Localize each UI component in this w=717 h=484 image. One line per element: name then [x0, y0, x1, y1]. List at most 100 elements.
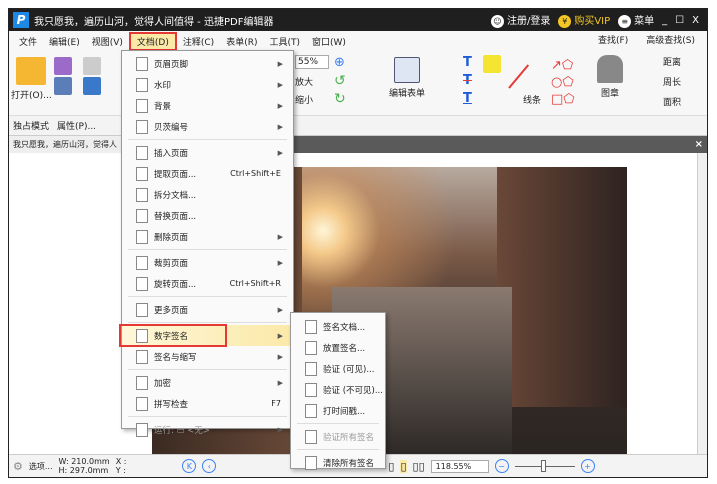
email-icon[interactable] [83, 57, 101, 78]
menu-window[interactable]: 窗口(W) [306, 35, 352, 48]
shortcut: F7 [271, 399, 281, 408]
menu-item[interactable]: 插入页面 ▶ [122, 142, 293, 163]
buy-vip-button[interactable]: ¥ 购买VIP [558, 12, 610, 28]
menu-item[interactable]: 数字签名 ▶ [119, 324, 293, 347]
menu-item[interactable]: 放置签名... [291, 337, 385, 358]
menu-item[interactable]: 签名文档... [291, 316, 385, 337]
menu-item[interactable]: 提取页面... Ctrl+Shift+E [122, 163, 293, 184]
rotate-left-icon[interactable]: ↺ [334, 73, 346, 89]
main-menu-button[interactable]: ≡ 菜单 [618, 12, 654, 28]
rotate-right-icon[interactable]: ↻ [334, 91, 346, 107]
menu-comment[interactable]: 注释(C) [177, 35, 220, 48]
menu-item[interactable]: 运行: ▭ <无> ▶ [122, 419, 293, 440]
menu-item-icon [305, 383, 317, 397]
menu-document[interactable]: 文档(D) [128, 31, 177, 51]
vertical-scrollbar[interactable] [697, 153, 707, 456]
menu-item-icon [305, 341, 317, 355]
perimeter-button[interactable]: 周长 [663, 75, 681, 88]
advanced-find-button[interactable]: 高级查找(S) [640, 33, 701, 46]
menu-item[interactable]: 拆分文档... [122, 184, 293, 205]
menu-item-icon [136, 209, 148, 223]
menu-item[interactable]: 页眉页脚 ▶ [122, 53, 293, 74]
zoom-select[interactable]: 55% [295, 55, 329, 69]
menu-item-label: 水印 [154, 80, 172, 91]
menu-item-label: 验证 (可见)... [323, 364, 375, 375]
page-size: W: 210.0mm H: 297.0mm [58, 457, 110, 475]
options-button[interactable]: 选项... [29, 461, 53, 472]
line-tool-icon[interactable] [508, 64, 530, 89]
first-page-button[interactable]: K [182, 459, 197, 473]
menu-view[interactable]: 视图(V) [86, 35, 129, 48]
menu-item[interactable]: 打时间戳... [291, 400, 385, 421]
single-page-icon[interactable]: ▯ [388, 460, 394, 473]
menu-tools[interactable]: 工具(T) [263, 35, 306, 48]
area-button[interactable]: 面积 [663, 95, 681, 108]
menu-form[interactable]: 表单(R) [220, 35, 263, 48]
menu-separator [128, 369, 287, 370]
document-tab[interactable]: 我只愿我，遍历山河，觉得人 [9, 136, 131, 153]
menu-item-icon [136, 350, 148, 364]
menu-item[interactable]: 裁剪页面 ▶ [122, 252, 293, 273]
menu-edit[interactable]: 编辑(E) [43, 35, 86, 48]
zoom-icon[interactable]: ⊕ [334, 55, 345, 70]
close-button[interactable]: X [692, 15, 699, 26]
print-icon[interactable] [54, 77, 72, 98]
zoom-level-select[interactable]: 118.55% [430, 459, 489, 473]
edit-form-button[interactable]: 编辑表单 [389, 57, 425, 99]
zoom-out-icon[interactable]: − [494, 459, 509, 473]
exclusive-mode-button[interactable]: 独占模式 [13, 119, 49, 132]
menu-item[interactable]: 贝茨编号 ▶ [122, 116, 293, 137]
properties-button[interactable]: 属性(P)... [57, 119, 96, 132]
strikeout-icon[interactable]: T [463, 73, 472, 88]
menu-separator [128, 296, 287, 297]
save-icon[interactable] [54, 57, 72, 78]
facing-pages-icon[interactable]: ▯▯ [413, 460, 425, 473]
form-icon [394, 57, 420, 83]
menu-item[interactable]: 更多页面 ▶ [122, 299, 293, 320]
login-button[interactable]: ☺ 注册/登录 [490, 12, 550, 28]
menu-item[interactable]: 验证 (可见)... [291, 358, 385, 379]
menu-item[interactable]: 背景 ▶ [122, 95, 293, 116]
menu-item[interactable]: 水印 ▶ [122, 74, 293, 95]
underline-icon[interactable]: T [463, 91, 472, 106]
continuous-page-icon[interactable]: ▯ [400, 459, 407, 473]
menu-icon: ≡ [618, 15, 632, 28]
menu-item[interactable]: 旋转页面... Ctrl+Shift+R [122, 273, 293, 294]
menu-item[interactable]: 拼写检查 F7 [122, 393, 293, 414]
lines-button[interactable]: 线条 [523, 93, 541, 106]
menu-file[interactable]: 文件 [13, 35, 43, 48]
menu-item-label: 加密 [154, 378, 172, 389]
zoom-slider[interactable] [514, 459, 575, 472]
maximize-button[interactable]: ☐ [675, 15, 684, 26]
menu-item[interactable]: 替换页面... [122, 205, 293, 226]
submenu-arrow-icon: ▶ [277, 80, 283, 89]
menu-item-label: 签名文档... [323, 322, 366, 333]
menu-item[interactable]: 清除所有签名 [291, 452, 385, 473]
shapes-icon[interactable]: ↗⬠ ○⬠ □⬠ [551, 57, 575, 108]
minimize-button[interactable]: _ [662, 15, 667, 26]
scan-icon[interactable] [83, 77, 101, 98]
menu-item[interactable]: 删除页面 ▶ [122, 226, 293, 247]
menu-item[interactable]: 签名与缩写 ▶ [122, 346, 293, 367]
close-tab-button[interactable]: × [695, 139, 703, 150]
menu-item[interactable]: 加密 ▶ [122, 372, 293, 393]
prev-page-button[interactable]: ‹ [202, 459, 217, 473]
document-tabs: 我只愿我，遍历山河，觉得人 × [9, 136, 707, 153]
menu-item-label: 放置签名... [323, 343, 366, 354]
menu-item[interactable]: 验证所有签名 [291, 426, 385, 447]
submenu-arrow-icon: ▶ [277, 122, 283, 131]
menu-bar: 文件 编辑(E) 视图(V) 文档(D) 注释(C) 表单(R) 工具(T) 窗… [9, 31, 707, 51]
menu-separator [128, 249, 287, 250]
distance-button[interactable]: 距离 [663, 55, 681, 68]
menu-item-icon [136, 303, 148, 317]
open-button[interactable]: 打开(O)... [11, 57, 52, 101]
zoom-in-icon[interactable]: + [580, 459, 595, 473]
zoom-out-button[interactable]: 缩小 [295, 93, 313, 106]
text-tool-icon[interactable]: T [463, 55, 472, 70]
note-icon[interactable] [483, 55, 501, 76]
ribbon-toolbar: 打开(O)... 55% 放大 缩小 ⊕ ↺ ↻ 编辑表单 T T T 线条 ↗… [9, 51, 707, 116]
zoom-in-button[interactable]: 放大 [295, 75, 313, 88]
find-button[interactable]: 查找(F) [592, 33, 634, 46]
stamp-button[interactable]: 图章 [597, 55, 623, 99]
menu-item[interactable]: 验证 (不可见)... [291, 379, 385, 400]
